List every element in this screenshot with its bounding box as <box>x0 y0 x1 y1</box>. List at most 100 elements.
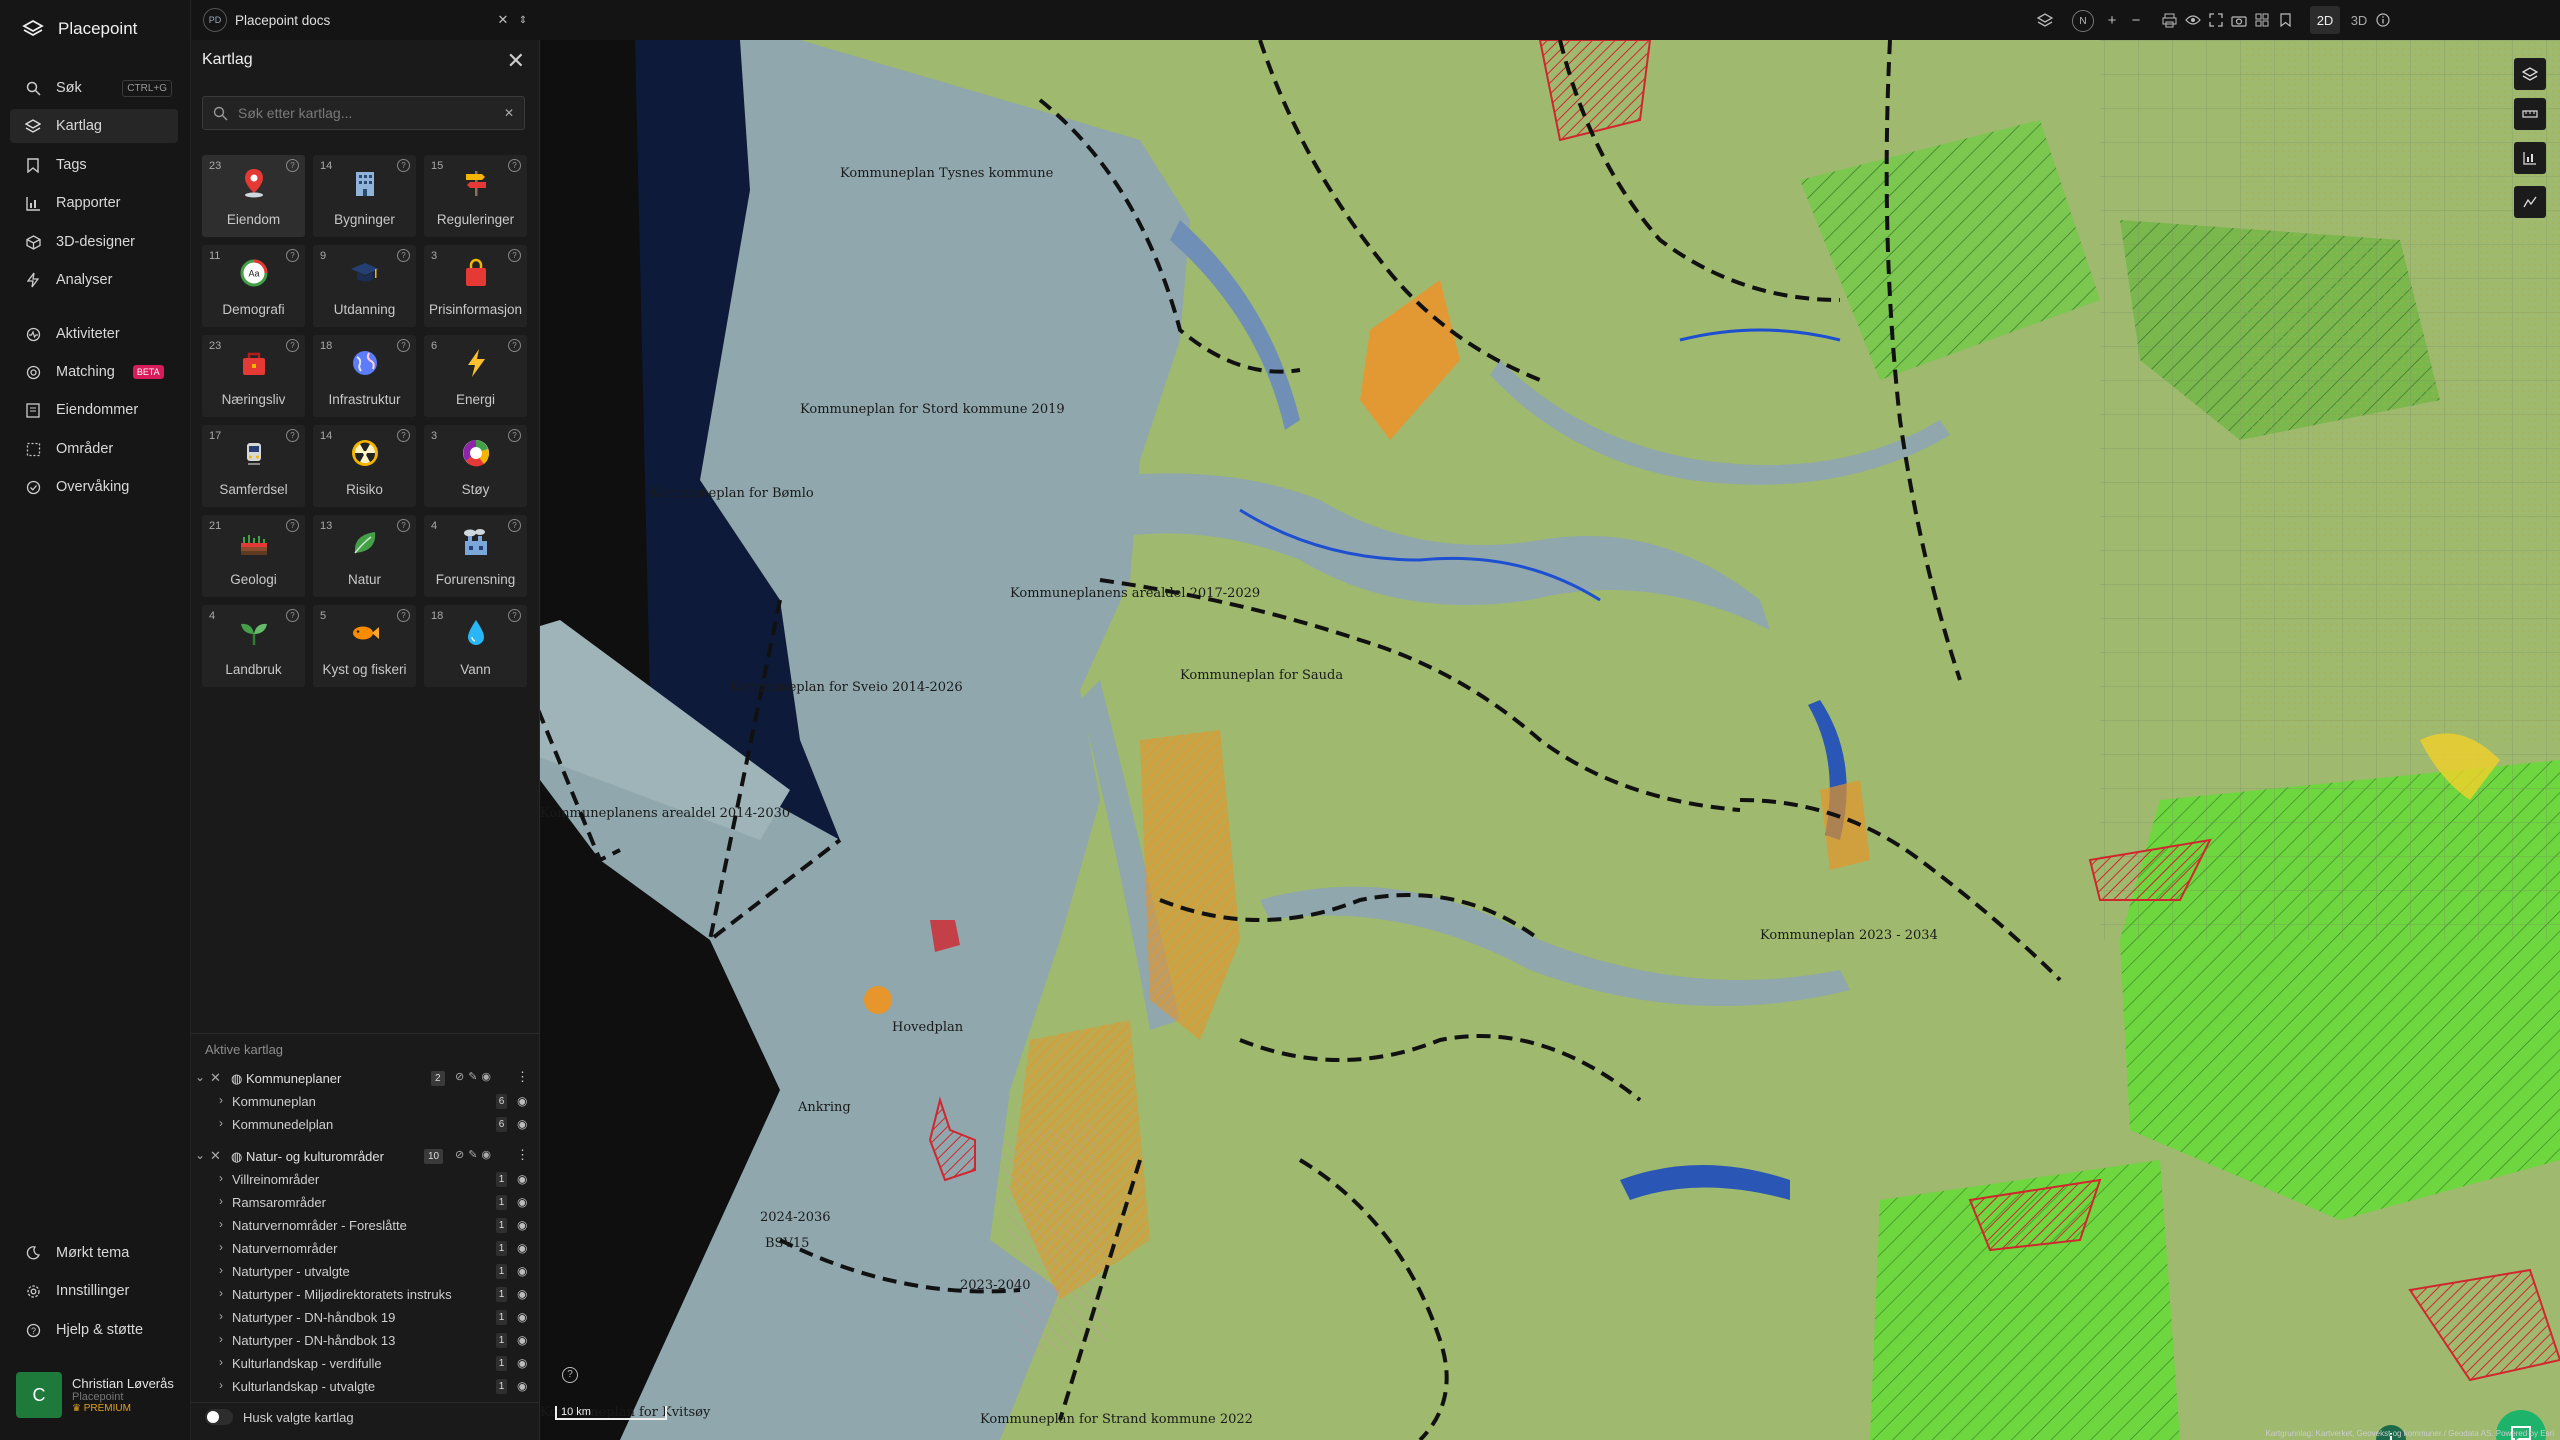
more-options-icon[interactable]: ⋮ <box>516 1147 529 1163</box>
remember-layers-toggle[interactable]: Husk valgte kartlag <box>205 1409 354 1425</box>
map-canvas[interactable]: Kommuneplanens arealdel 2014-2030 Kommun… <box>540 40 2560 1440</box>
layer-group-kommuneplaner[interactable]: ⌄ ✕ ◍ Kommuneplaner 2 ⊘✎◉ ⋮ <box>191 1068 539 1090</box>
chevron-down-icon[interactable]: ⌄ <box>195 1070 205 1084</box>
document-selector[interactable]: PD Placepoint docs <box>203 8 330 32</box>
info-icon[interactable]: ? <box>397 429 410 442</box>
toggle-switch[interactable] <box>205 1409 233 1425</box>
layer-row[interactable]: › Kulturlandskap - utvalgte 1 ◉ <box>191 1376 539 1398</box>
category-tile-naeringsliv[interactable]: 23 ? Næringsliv <box>202 335 305 417</box>
nav-item-aktiviteter[interactable]: Aktiviteter <box>10 317 178 351</box>
chevron-down-icon[interactable]: ⌄ <box>195 1148 205 1162</box>
visibility-icon[interactable]: ◉ <box>517 1218 527 1232</box>
visibility-icon[interactable]: ◉ <box>517 1310 527 1324</box>
chevron-right-icon[interactable]: › <box>219 1217 223 1231</box>
info-icon[interactable]: ? <box>286 609 299 622</box>
layer-row[interactable]: › Villreinområder 1 ◉ <box>191 1169 539 1191</box>
info-icon[interactable]: ? <box>508 249 521 262</box>
group-tools-icon[interactable]: ⊘✎◉ <box>455 1070 495 1083</box>
expand-doc-icon[interactable]: ⇕ <box>511 8 535 32</box>
category-tile-forurensning[interactable]: 4 ? Forurensning <box>424 515 527 597</box>
category-tile-samferdsel[interactable]: 17 ? Samferdsel <box>202 425 305 507</box>
bookmark-icon[interactable] <box>2273 8 2297 32</box>
nav-item-3d-designer[interactable]: 3D-designer <box>10 225 178 259</box>
fullscreen-icon[interactable] <box>2204 8 2228 32</box>
group-tools-icon[interactable]: ⊘✎◉ <box>455 1148 495 1161</box>
chevron-right-icon[interactable]: › <box>219 1355 223 1369</box>
layer-row[interactable]: › Ramsarområder 1 ◉ <box>191 1192 539 1214</box>
layer-row[interactable]: › Naturtyper - Miljødirektoratets instruk… <box>191 1284 539 1306</box>
nav-item-dark-theme[interactable]: Mørkt tema <box>10 1236 178 1270</box>
nav-item-help[interactable]: ? Hjelp & støtte <box>10 1313 178 1347</box>
remove-group-icon[interactable]: ✕ <box>210 1148 221 1164</box>
layer-row[interactable]: › Naturtyper - DN-håndbok 19 1 ◉ <box>191 1307 539 1329</box>
visibility-icon[interactable]: ◉ <box>517 1172 527 1186</box>
remove-group-icon[interactable]: ✕ <box>210 1070 221 1086</box>
map-tool-layers[interactable] <box>2514 58 2546 90</box>
category-tile-utdanning[interactable]: 9 ? Utdanning <box>313 245 416 327</box>
category-tile-reguleringer[interactable]: 15 ? Reguleringer <box>424 155 527 237</box>
info-icon[interactable]: ? <box>286 249 299 262</box>
zoom-in-icon[interactable]: + <box>2100 8 2124 32</box>
zoom-out-icon[interactable]: − <box>2124 8 2148 32</box>
nav-item-analyser[interactable]: Analyser <box>10 263 178 297</box>
category-tile-eiendom[interactable]: 23 ? Eiendom <box>202 155 305 237</box>
info-icon[interactable]: ? <box>508 339 521 352</box>
info-icon[interactable]: ? <box>397 249 410 262</box>
chevron-right-icon[interactable]: › <box>219 1171 223 1185</box>
nav-item-omrader[interactable]: Områder <box>10 432 178 466</box>
nav-item-tags[interactable]: Tags <box>10 148 178 182</box>
category-tile-kyst-og-fiskeri[interactable]: 5 ? Kyst og fiskeri <box>313 605 416 687</box>
visibility-icon[interactable]: ◉ <box>517 1379 527 1393</box>
visibility-icon[interactable]: ◉ <box>517 1117 527 1131</box>
layer-row[interactable]: › Naturvernområder 1 ◉ <box>191 1238 539 1260</box>
visibility-icon[interactable]: ◉ <box>517 1241 527 1255</box>
category-tile-natur[interactable]: 13 ? Natur <box>313 515 416 597</box>
nav-item-overvaking[interactable]: Overvåking <box>10 470 178 504</box>
layer-group-natur-og-kulturomrader[interactable]: ⌄ ✕ ◍ Natur- og kulturområder 10 ⊘✎◉ ⋮ <box>191 1146 539 1168</box>
nav-item-search[interactable]: Søk CTRL+G <box>10 71 178 105</box>
visibility-icon[interactable]: ◉ <box>517 1333 527 1347</box>
view-2d-toggle[interactable]: 2D <box>2310 6 2340 34</box>
chevron-right-icon[interactable]: › <box>219 1309 223 1323</box>
layer-row[interactable]: › Kommuneplan 6 ◉ <box>191 1091 539 1113</box>
nav-item-kartlag[interactable]: Kartlag <box>10 109 178 143</box>
camera-icon[interactable] <box>2227 8 2251 32</box>
info-icon[interactable]: ? <box>508 609 521 622</box>
chevron-right-icon[interactable]: › <box>219 1240 223 1254</box>
info-icon[interactable]: ? <box>286 519 299 532</box>
more-options-icon[interactable]: ⋮ <box>516 1069 529 1085</box>
category-tile-energi[interactable]: 6 ? Energi <box>424 335 527 417</box>
chevron-right-icon[interactable]: › <box>219 1116 223 1130</box>
category-tile-infrastruktur[interactable]: 18 ? Infrastruktur <box>313 335 416 417</box>
print-icon[interactable] <box>2157 8 2181 32</box>
info-icon[interactable]: ? <box>286 339 299 352</box>
category-tile-bygninger[interactable]: 14 ? Bygninger <box>313 155 416 237</box>
nav-item-eiendommer[interactable]: Eiendommer <box>10 393 178 427</box>
info-icon[interactable]: ? <box>508 519 521 532</box>
info-icon[interactable]: ? <box>286 159 299 172</box>
map-tool-profile[interactable] <box>2514 186 2546 218</box>
info-icon[interactable]: ? <box>397 609 410 622</box>
brand[interactable]: Placepoint <box>22 18 137 40</box>
chevron-right-icon[interactable]: › <box>219 1332 223 1346</box>
view-3d-toggle[interactable]: 3D <box>2344 6 2374 34</box>
clear-search-icon[interactable]: ✕ <box>504 106 514 120</box>
chevron-right-icon[interactable]: › <box>219 1194 223 1208</box>
category-tile-risiko[interactable]: 14 ? Risiko <box>313 425 416 507</box>
map-tool-chart[interactable] <box>2514 142 2546 174</box>
chevron-right-icon[interactable]: › <box>219 1286 223 1300</box>
layer-row[interactable]: › Naturvernområder - Foreslåtte 1 ◉ <box>191 1215 539 1237</box>
map-help-icon[interactable]: ? <box>562 1367 578 1383</box>
map-tool-measure[interactable] <box>2514 98 2546 130</box>
layer-row[interactable]: › Naturtyper - utvalgte 1 ◉ <box>191 1261 539 1283</box>
grid-icon[interactable] <box>2250 8 2274 32</box>
chevron-right-icon[interactable]: › <box>219 1093 223 1107</box>
visibility-icon[interactable]: ◉ <box>517 1094 527 1108</box>
category-tile-prisinformasjon[interactable]: 3 ? Prisinformasjon <box>424 245 527 327</box>
compass-icon[interactable]: N <box>2072 10 2094 32</box>
category-tile-landbruk[interactable]: 4 ? Landbruk <box>202 605 305 687</box>
visibility-icon[interactable]: ◉ <box>517 1287 527 1301</box>
visibility-icon[interactable]: ◉ <box>517 1195 527 1209</box>
layer-row[interactable]: › Kommunedelplan 6 ◉ <box>191 1114 539 1136</box>
chevron-right-icon[interactable]: › <box>219 1263 223 1277</box>
